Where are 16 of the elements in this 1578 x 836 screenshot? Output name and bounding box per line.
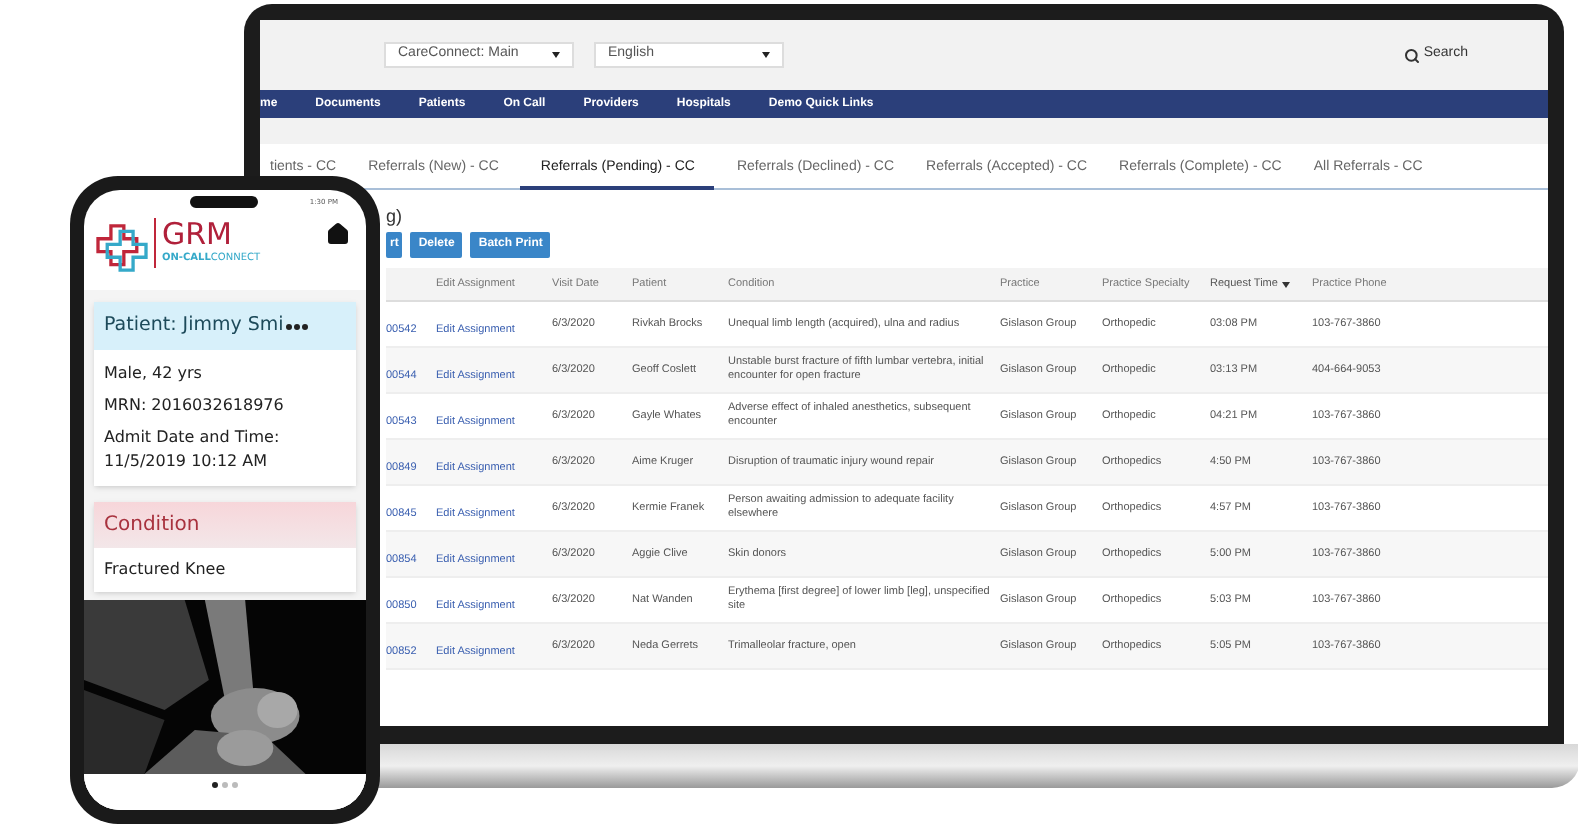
- search-icon: [1403, 47, 1420, 63]
- home-icon[interactable]: [326, 222, 350, 246]
- page-title: g): [386, 204, 405, 228]
- cross-logo-icon: [96, 224, 148, 272]
- patient-name: Patient: Jimmy Smi: [104, 311, 284, 340]
- logo-title: GRM: [162, 218, 234, 252]
- patient-detail: MRN: 2016032618976: [104, 394, 286, 418]
- caret-icon: [762, 52, 770, 58]
- patient-detail: Admit Date and Time: 11/5/2019 10:12 AM: [104, 426, 282, 474]
- sort-caret-icon: [1281, 281, 1290, 287]
- condition-title: Condition: [104, 512, 200, 540]
- patient-detail: Male, 42 yrs: [104, 362, 204, 386]
- more-dots-icon[interactable]: [285, 323, 308, 329]
- caret-icon: [552, 52, 560, 58]
- camera-notch: [190, 196, 258, 208]
- condition-value: Fractured Knee: [102, 558, 228, 582]
